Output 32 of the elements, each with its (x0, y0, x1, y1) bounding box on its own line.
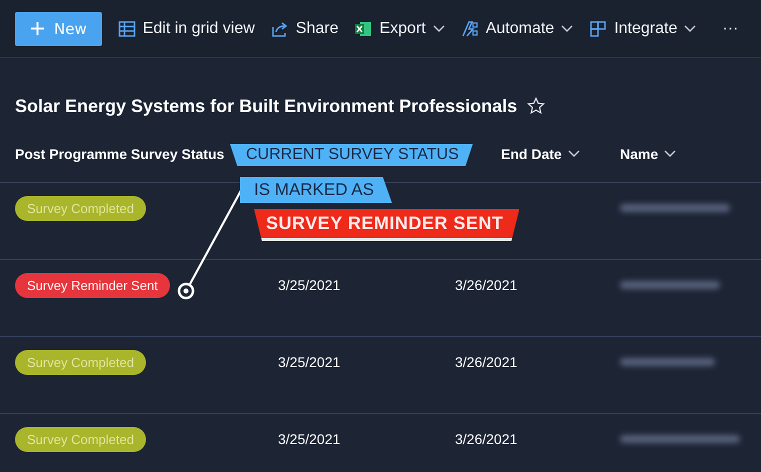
list-title: Solar Energy Systems for Built Environment Professionals (15, 96, 518, 116)
toolbar-button[interactable]: Edit in grid view (112, 20, 261, 38)
blocks-icon (589, 20, 608, 38)
table-cell: 3/25/2021 (278, 354, 340, 370)
status-tag: Survey Reminder Sent (15, 272, 170, 298)
flow-icon (460, 20, 479, 38)
table-cell: 3/25/2021 (278, 277, 340, 293)
caption-banner: IS MARKED AS (240, 177, 392, 203)
toolbar-button[interactable]: Export (348, 20, 451, 38)
table-cell: 3/26/2021 (455, 431, 518, 447)
toolbar-button[interactable]: Share (264, 20, 344, 38)
table-cell: 3/25/2021 (278, 431, 340, 447)
chevron-down-icon[interactable] (568, 150, 580, 158)
table-cell: 3/26/2021 (455, 354, 518, 370)
plus-icon (30, 21, 45, 36)
status-tag: Survey Completed (15, 426, 146, 452)
column-header[interactable]: Post Programme Survey Status (15, 146, 224, 162)
toolbar-button[interactable]: Integrate (583, 20, 702, 38)
toolbar-button[interactable]: Automate (454, 20, 580, 38)
column-header[interactable]: End Date (501, 146, 562, 162)
status-tag: Survey Completed (15, 196, 146, 220)
table-cell: 3/26/2021 (455, 277, 518, 293)
grid-icon (118, 20, 136, 38)
status-tag: Survey Completed (15, 350, 146, 374)
chevron-down-icon[interactable] (664, 150, 676, 158)
star-icon[interactable] (527, 97, 546, 115)
more-button[interactable]: ··· (718, 20, 742, 38)
share-icon (270, 20, 289, 38)
highlight-banner: SURVEY REMINDER SENT (254, 209, 520, 241)
spreadsheet-icon (354, 20, 372, 38)
caption-banner: CURRENT SURVEY STATUS (230, 144, 473, 166)
column-header[interactable]: Name (620, 146, 658, 162)
